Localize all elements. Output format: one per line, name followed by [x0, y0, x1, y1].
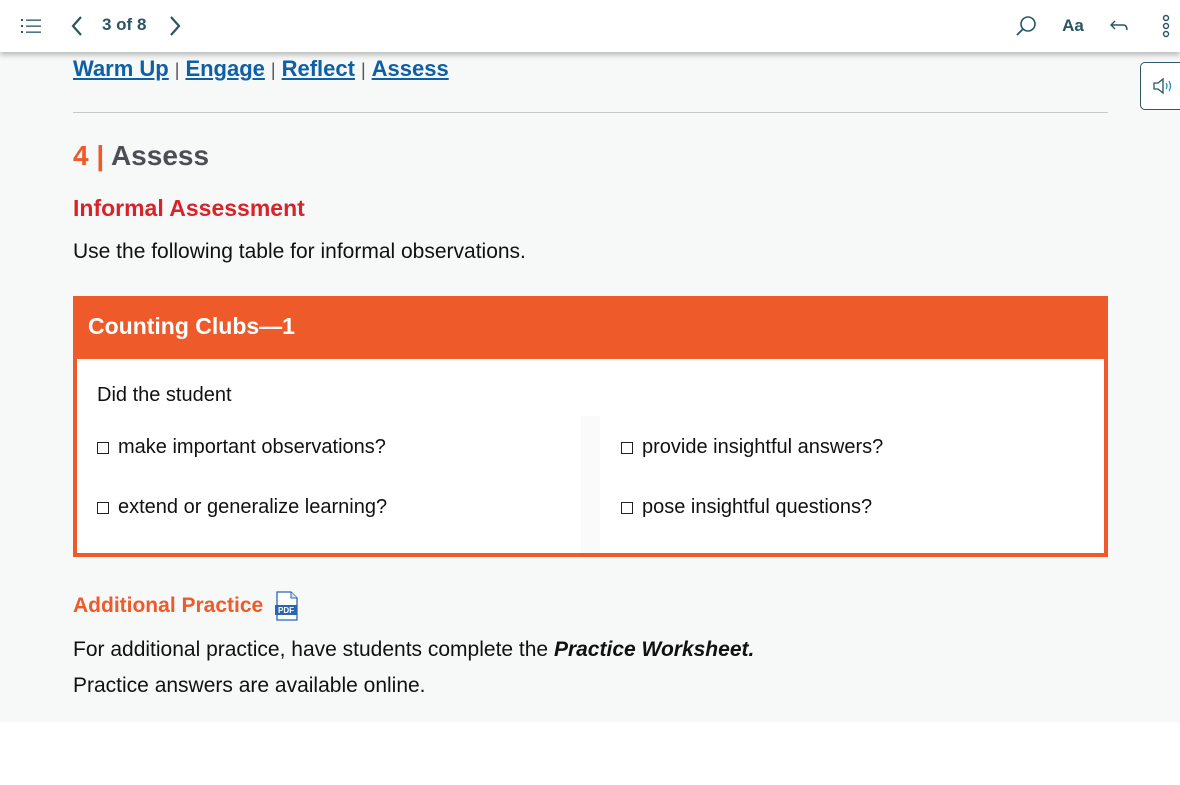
- next-page-button[interactable]: [164, 0, 186, 52]
- checklist-item-label: extend or generalize learning?: [118, 496, 388, 518]
- informal-intro-text: Use the following table for informal obs…: [73, 240, 526, 263]
- observation-table-body: Did the student make important observati…: [77, 359, 1104, 553]
- nav-separator: |: [270, 60, 276, 80]
- more-vertical-icon: [1162, 14, 1170, 38]
- observation-column-left: make important observations? extend or g…: [77, 416, 581, 545]
- column-gap: [581, 416, 600, 553]
- more-options-button[interactable]: [1156, 0, 1176, 52]
- page-indicator: 3 of 8: [102, 15, 147, 34]
- checklist-item[interactable]: make important observations?: [97, 436, 386, 459]
- checklist-item-label: pose insightful questions?: [642, 496, 873, 518]
- section-title: 4 | Assess: [73, 140, 209, 172]
- search-icon: [1016, 16, 1036, 36]
- top-toolbar: 3 of 8 Aa: [0, 0, 1180, 52]
- additional-practice-text: For additional practice, have students c…: [73, 632, 793, 704]
- nav-link-warm-up[interactable]: Warm Up: [73, 56, 169, 81]
- chevron-left-icon: [71, 16, 82, 36]
- section-number: 4: [73, 140, 89, 171]
- section-name: Assess: [110, 140, 210, 171]
- observation-prompt: Did the student: [97, 384, 232, 406]
- font-settings-button[interactable]: Aa: [1058, 0, 1088, 52]
- checkbox-icon[interactable]: [97, 501, 109, 514]
- nav-link-assess[interactable]: Assess: [372, 56, 449, 81]
- undo-arrow-icon: [1110, 20, 1128, 31]
- read-aloud-button[interactable]: [1140, 62, 1180, 110]
- checklist-item-label: make important observations?: [118, 436, 386, 458]
- worksheet-title: Practice Worksheet.: [553, 638, 755, 661]
- checklist-item[interactable]: extend or generalize learning?: [97, 496, 387, 519]
- nav-separator: |: [174, 60, 180, 80]
- checklist-item-label: provide insightful answers?: [642, 436, 884, 458]
- previous-page-button[interactable]: [66, 0, 88, 52]
- text: For additional practice, have students c…: [73, 638, 554, 661]
- additional-practice-heading: Additional Practice PDF: [73, 591, 299, 621]
- reader-page: 3 of 8 Aa Warm Up | Engage | Reflect | Assess …: [0, 0, 1180, 722]
- back-button[interactable]: [1106, 0, 1132, 52]
- list-icon: [21, 19, 41, 33]
- divider: [73, 112, 1108, 113]
- observation-table: Counting Clubs—1 Did the student make im…: [73, 296, 1108, 557]
- checkbox-icon[interactable]: [621, 441, 633, 454]
- informal-assessment-heading: Informal Assessment: [73, 195, 305, 221]
- checklist-item[interactable]: pose insightful questions?: [621, 496, 872, 519]
- speaker-icon: [1153, 77, 1172, 95]
- chevron-right-icon: [170, 16, 181, 36]
- additional-practice-title: Additional Practice: [73, 594, 264, 617]
- nav-separator: |: [360, 60, 366, 80]
- nav-link-reflect[interactable]: Reflect: [282, 56, 355, 81]
- checklist-item[interactable]: provide insightful answers?: [621, 436, 883, 459]
- svg-text:PDF: PDF: [278, 606, 294, 615]
- checkbox-icon[interactable]: [97, 441, 109, 454]
- observation-column-right: provide insightful answers? pose insight…: [600, 416, 1088, 545]
- checkbox-icon[interactable]: [621, 501, 633, 514]
- search-button[interactable]: [1012, 0, 1040, 52]
- nav-link-engage[interactable]: Engage: [185, 56, 264, 81]
- section-divider: |: [96, 140, 105, 171]
- section-nav: Warm Up | Engage | Reflect | Assess: [73, 56, 449, 82]
- pdf-icon[interactable]: PDF: [275, 591, 299, 621]
- text: Practice answers are available online.: [73, 674, 426, 697]
- observation-table-title: Counting Clubs—1: [88, 313, 295, 339]
- table-of-contents-button[interactable]: [18, 0, 44, 52]
